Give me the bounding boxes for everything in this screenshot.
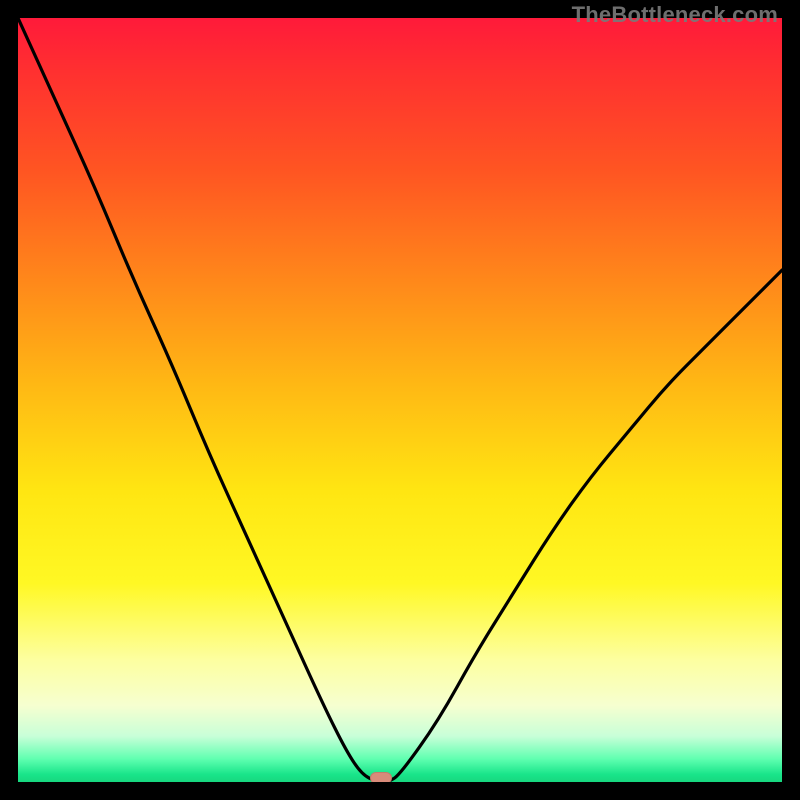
- watermark-label: TheBottleneck.com: [572, 2, 778, 28]
- chart-frame: TheBottleneck.com: [0, 0, 800, 800]
- plot-area: [18, 18, 782, 782]
- optimum-marker: [370, 772, 392, 782]
- bottleneck-curve: [18, 18, 782, 782]
